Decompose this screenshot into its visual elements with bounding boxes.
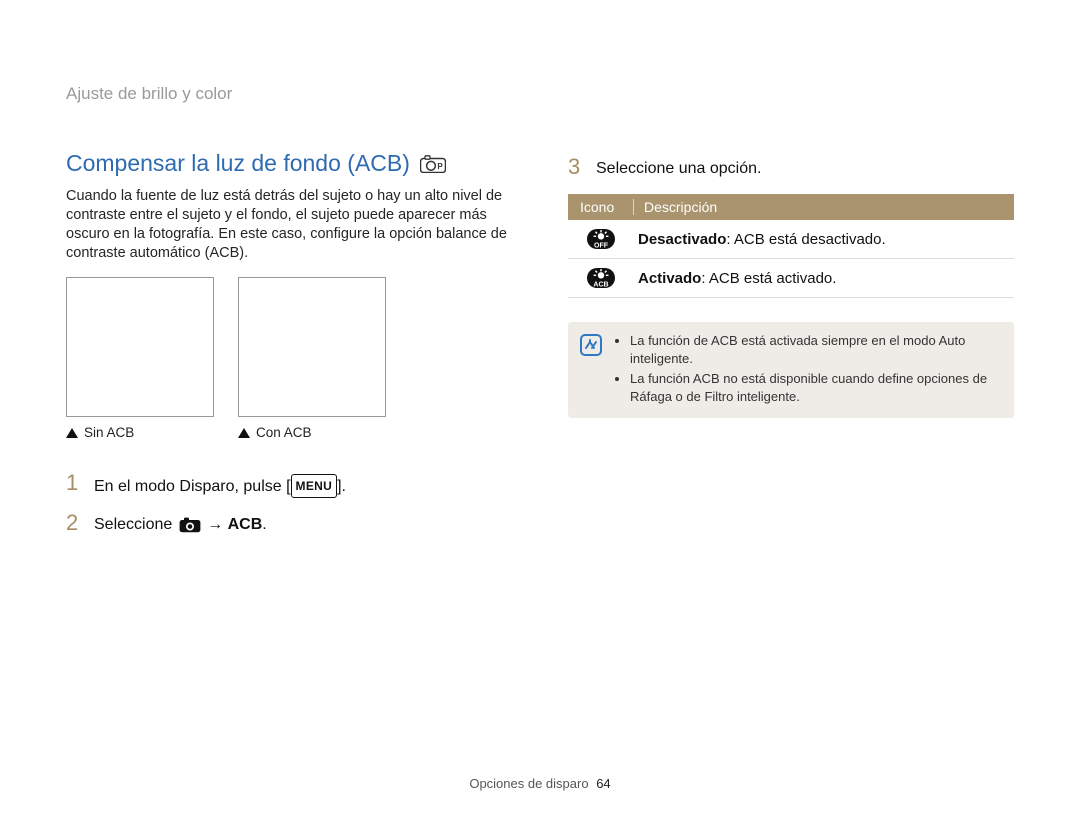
caption-marker-icon [238,428,250,438]
image-with-acb [238,277,386,417]
svg-text:P: P [437,162,443,171]
menu-button-icon: MENU [291,474,338,498]
svg-text:OFF: OFF [594,243,609,250]
step-3: 3 Seleccione una opción. [568,156,1014,180]
acb-off-icon: OFF [586,228,616,250]
arrow-right-icon: → [203,516,228,533]
example-images: Sin ACB Con ACB [66,277,512,440]
col-header-desc: Descripción [634,199,1014,215]
step-number: 3 [568,156,584,178]
caption-right: Con ACB [256,425,312,440]
info-icon [580,334,602,408]
step-number: 2 [66,512,82,534]
intro-text: Cuando la fuente de luz está detrás del … [66,187,512,263]
page-number: 64 [596,776,610,791]
title-text: Compensar la luz de fondo (ACB) [66,150,410,177]
options-table: Icono Descripción [568,194,1014,298]
step2-pre: Seleccione [94,516,177,533]
image-without-acb [66,277,214,417]
step3-text: Seleccione una opción. [596,156,761,180]
right-column: 3 Seleccione una opción. Icono Descripci… [568,150,1014,550]
table-row: OFF Desactivado: ACB está desactivado. [568,220,1014,259]
mode-program-icon: P [420,155,446,173]
caption-left: Sin ACB [84,425,134,440]
breadcrumb: Ajuste de brillo y color [66,84,1014,104]
step-number: 1 [66,472,82,494]
row2-label: Activado [638,270,701,287]
footer-section: Opciones de disparo [469,776,588,791]
note-item: La función de ACB está activada siempre … [630,332,1000,368]
step-2: 2 Seleccione → ACB. [66,512,512,536]
step1-post: ]. [337,478,346,495]
svg-text:ACB: ACB [593,282,608,289]
row1-label: Desactivado [638,231,726,248]
note-item: La función ACB no está disponible cuando… [630,370,1000,406]
step2-tail: . [262,516,266,533]
col-header-icon: Icono [568,199,634,215]
camera-icon [179,517,201,533]
row1-desc: : ACB está desactivado. [726,231,885,248]
acb-on-icon: ACB [586,267,616,289]
table-row: ACB Activado: ACB está activado. [568,259,1014,298]
left-column: Compensar la luz de fondo (ACB) P Cuando… [66,150,512,550]
step1-pre: En el modo Disparo, pulse [ [94,478,291,495]
caption-marker-icon [66,428,78,438]
row2-desc: : ACB está activado. [701,270,836,287]
page-footer: Opciones de disparo 64 [0,776,1080,791]
step2-bold: ACB [228,516,263,533]
note-box: La función de ACB está activada siempre … [568,322,1014,418]
step-1: 1 En el modo Disparo, pulse [MENU]. [66,472,512,498]
section-title: Compensar la luz de fondo (ACB) P [66,150,512,177]
